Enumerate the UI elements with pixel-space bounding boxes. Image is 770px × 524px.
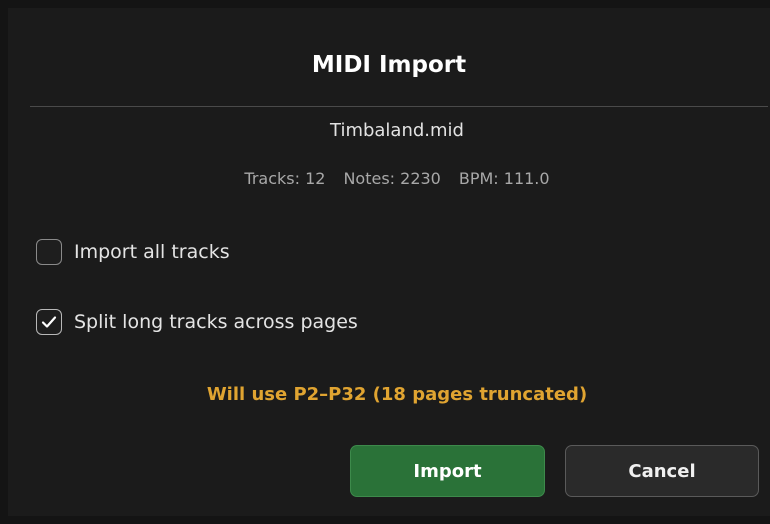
bpm-value: BPM: 111.0 bbox=[458, 169, 550, 188]
page-usage-warning: Will use P2–P32 (18 pages truncated) bbox=[206, 384, 588, 405]
window-frame: MIDI Import Timbaland.mid Tracks: 12 Note… bbox=[0, 0, 770, 524]
dialog-title: MIDI Import bbox=[311, 52, 467, 78]
file-name: Timbaland.mid bbox=[330, 120, 464, 141]
track-count: Tracks: 12 bbox=[244, 169, 326, 188]
split-long-tracks-option[interactable]: Split long tracks across pages bbox=[36, 309, 358, 335]
title-divider bbox=[30, 106, 768, 107]
import-all-tracks-label: Import all tracks bbox=[74, 241, 230, 263]
checkmark-icon bbox=[41, 316, 57, 328]
split-long-tracks-label: Split long tracks across pages bbox=[74, 311, 358, 333]
midi-import-dialog: MIDI Import Timbaland.mid Tracks: 12 Note… bbox=[8, 8, 770, 516]
split-long-tracks-checkbox[interactable] bbox=[36, 309, 62, 335]
midi-stats: Tracks: 12 Notes: 2230 BPM: 111.0 bbox=[8, 169, 770, 188]
cancel-button[interactable]: Cancel bbox=[565, 445, 759, 497]
import-all-tracks-option[interactable]: Import all tracks bbox=[36, 239, 230, 265]
import-all-tracks-checkbox[interactable] bbox=[36, 239, 62, 265]
import-button[interactable]: Import bbox=[350, 445, 545, 497]
note-count: Notes: 2230 bbox=[343, 169, 441, 188]
